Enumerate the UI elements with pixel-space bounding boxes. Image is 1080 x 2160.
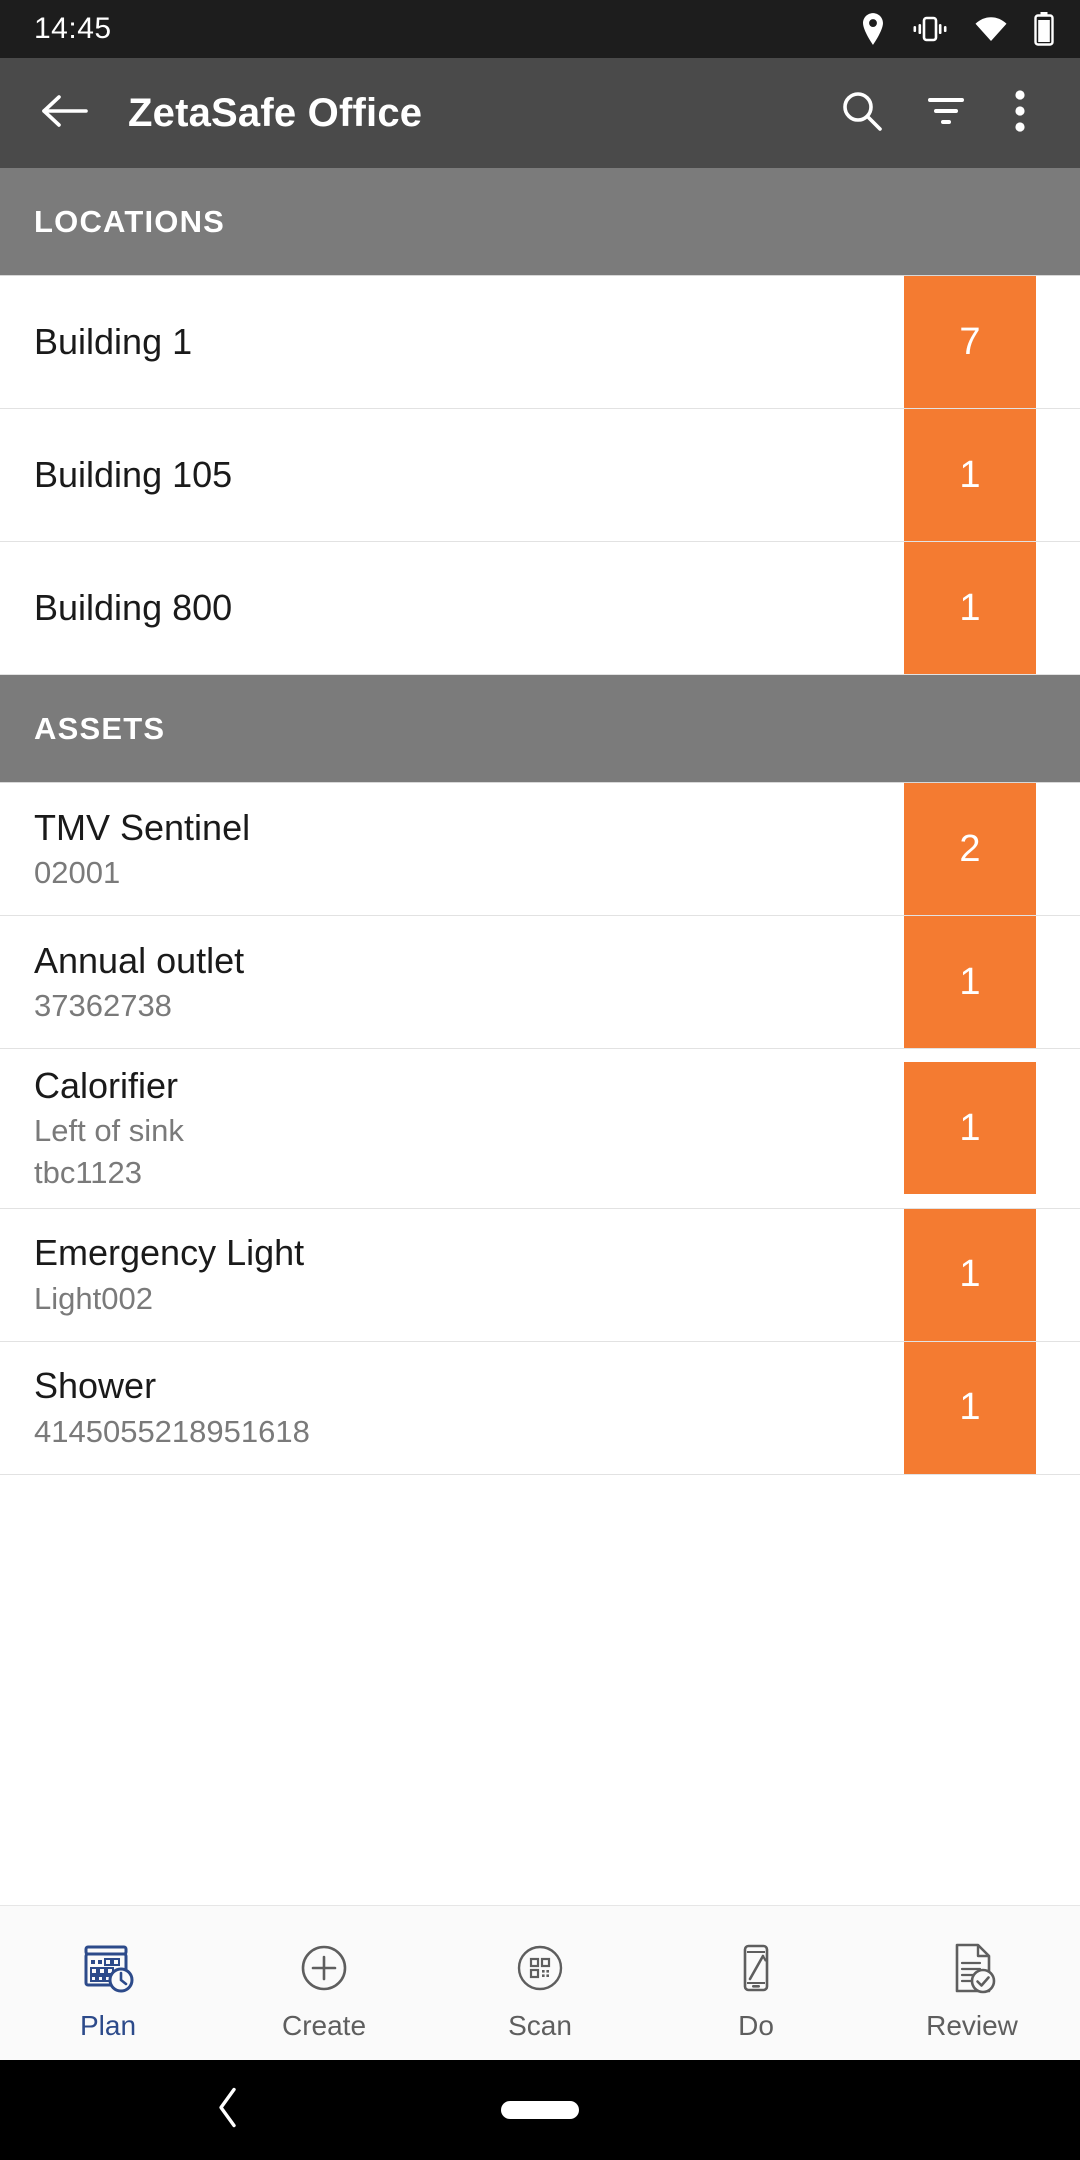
- status-icon-group: [860, 12, 1054, 46]
- back-button[interactable]: [34, 82, 96, 144]
- status-bar: 14:45: [0, 0, 1080, 58]
- list-item[interactable]: Shower 4145055218951618 1: [0, 1341, 1080, 1475]
- count-badge: 1: [904, 1062, 1036, 1195]
- nav-item-label: Scan: [508, 2010, 572, 2041]
- list-item[interactable]: Emergency Light Light002 1: [0, 1208, 1080, 1342]
- status-time: 14:45: [34, 12, 112, 45]
- bottom-navigation: Plan Create Scan Do Review: [0, 1905, 1080, 2060]
- list-item-texts: TMV Sentinel 02001: [34, 791, 250, 907]
- wifi-icon: [974, 15, 1008, 43]
- list-item-title: Building 105: [34, 453, 233, 495]
- section-header: LOCATIONS: [0, 168, 1080, 276]
- nav-item-label: Plan: [79, 2010, 137, 2041]
- count-badge: 1: [904, 542, 1036, 674]
- list-item[interactable]: Building 800 1: [0, 542, 1080, 675]
- section-header-label: LOCATIONS: [34, 203, 226, 239]
- list-item[interactable]: Building 105 1: [0, 409, 1080, 542]
- list-item-subtitle: 4145055218951618: [34, 1413, 310, 1449]
- count-badge: 1: [904, 916, 1036, 1048]
- list-item-texts: Building 1: [34, 305, 192, 379]
- nav-item-plan[interactable]: Plan: [0, 1906, 216, 2060]
- search-button[interactable]: [820, 71, 904, 155]
- list-item[interactable]: Calorifier Left of sink tbc1123 1: [0, 1049, 1080, 1209]
- section-header: ASSETS: [0, 675, 1080, 783]
- list-item[interactable]: Annual outlet 37362738 1: [0, 916, 1080, 1049]
- list-item-subtitle: Light002: [34, 1280, 153, 1316]
- nav-item-review[interactable]: Review: [864, 1906, 1080, 2060]
- plus-circle-icon: [295, 1934, 353, 2002]
- list-item-title: Building 800: [34, 586, 233, 628]
- count-badge: 1: [904, 1341, 1036, 1474]
- list-item-texts: Building 800: [34, 571, 232, 645]
- list-item-subtitle: Left of sink: [34, 1113, 184, 1149]
- page-title: ZetaSafe Office: [128, 90, 423, 135]
- nav-item-label: Review: [926, 2010, 1018, 2041]
- system-home-pill[interactable]: [501, 2101, 579, 2119]
- list-item-subtitle: 02001: [34, 854, 121, 890]
- list-item-texts: Emergency Light Light002: [34, 1216, 304, 1332]
- system-navigation-bar: [0, 2060, 1080, 2160]
- count-badge: 1: [904, 1208, 1036, 1341]
- app-bar: ZetaSafe Office: [0, 58, 1080, 168]
- list-item-subtitle: 37362738: [34, 987, 172, 1023]
- count-badge: 2: [904, 783, 1036, 915]
- overflow-menu-button[interactable]: [988, 71, 1052, 155]
- list-item-title: TMV Sentinel: [34, 806, 251, 848]
- list-item-texts: Shower 4145055218951618: [34, 1349, 310, 1465]
- list-item-title: Shower: [34, 1365, 157, 1407]
- nav-item-create[interactable]: Create: [216, 1906, 432, 2060]
- list-item-subtitle: tbc1123: [34, 1155, 143, 1191]
- phone-screen: 14:45 ZetaSafe Office LOCATIONS Building…: [0, 0, 1080, 2160]
- list-item-texts: Calorifier Left of sink tbc1123: [34, 1049, 184, 1208]
- list-item-title: Building 1: [34, 320, 193, 362]
- nav-item-do[interactable]: Do: [648, 1906, 864, 2060]
- list-item-texts: Annual outlet 37362738: [34, 924, 244, 1040]
- list-item-title: Emergency Light: [34, 1232, 305, 1274]
- arrow-back-icon: [40, 91, 90, 136]
- nav-item-label: Do: [738, 2010, 774, 2041]
- list-item-title: Annual outlet: [34, 939, 245, 981]
- calendar-clock-icon: [79, 1934, 137, 2002]
- content-list[interactable]: LOCATIONS Building 1 7 Building 105 1 Buildin…: [0, 168, 1080, 1905]
- location-pin-icon: [860, 12, 886, 46]
- qr-code-icon: [511, 1934, 569, 2002]
- section-header-label: ASSETS: [34, 710, 166, 746]
- filter-button[interactable]: [904, 71, 988, 155]
- vibrate-icon: [912, 14, 948, 44]
- overflow-menu-icon: [1014, 88, 1026, 139]
- nav-item-scan[interactable]: Scan: [432, 1906, 648, 2060]
- phone-pencil-icon: [727, 1934, 785, 2002]
- count-badge: 1: [904, 409, 1036, 541]
- list-item-texts: Building 105: [34, 438, 232, 512]
- nav-item-label: Create: [281, 2010, 367, 2041]
- count-badge: 7: [904, 276, 1036, 408]
- system-back-icon[interactable]: [215, 2086, 241, 2135]
- list-item[interactable]: TMV Sentinel 02001 2: [0, 783, 1080, 916]
- filter-icon: [923, 91, 969, 136]
- list-item-title: Calorifier: [34, 1065, 179, 1106]
- search-icon: [839, 88, 885, 139]
- battery-icon: [1034, 12, 1054, 46]
- document-check-icon: [943, 1934, 1001, 2002]
- list-item[interactable]: Building 1 7: [0, 276, 1080, 409]
